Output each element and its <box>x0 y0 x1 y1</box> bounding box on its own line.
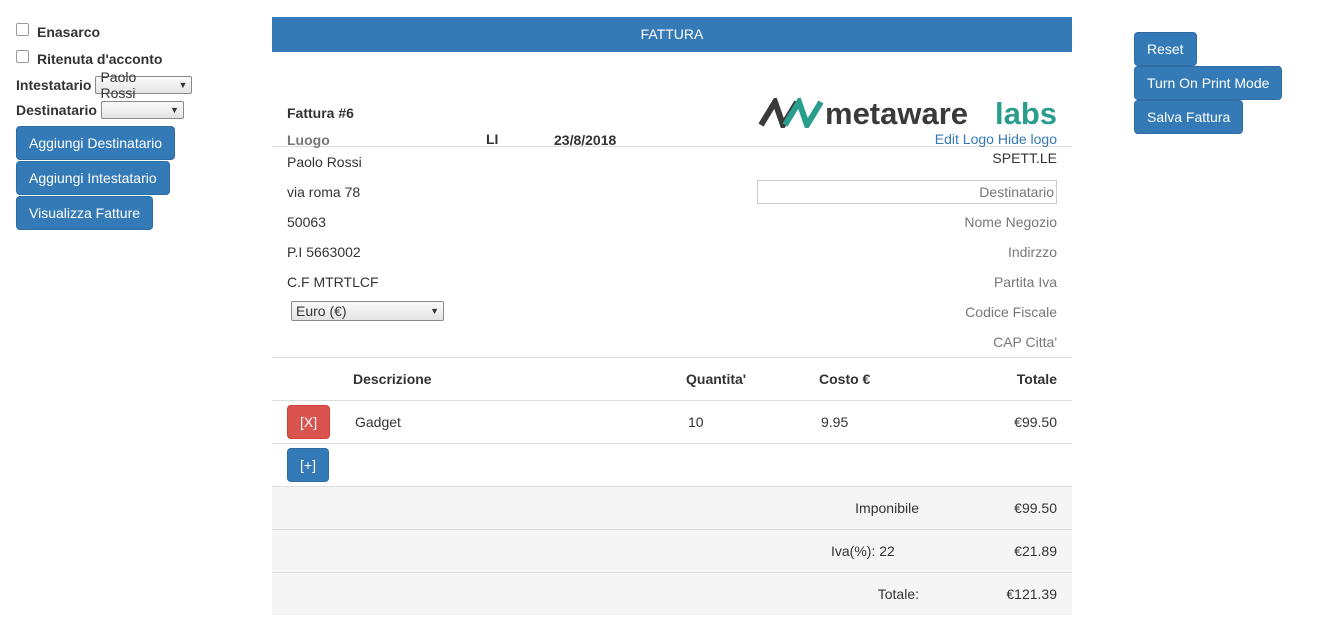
ritenuta-checkbox[interactable] <box>16 50 29 63</box>
date-field[interactable]: 23/8/2018 <box>554 132 616 148</box>
items-header-row: Descrizione Quantita' Costo € Totale <box>272 358 1072 401</box>
destinatario-select[interactable]: ▼ <box>100 100 184 119</box>
logo-word-1: metaware <box>825 98 968 128</box>
destinatario-row: Destinatario ▼ <box>16 97 246 122</box>
intestatario-select[interactable]: Paolo Rossi ▼ <box>95 69 193 101</box>
sender-name[interactable]: Paolo Rossi <box>287 154 362 170</box>
totale-row: Totale: €121.39 <box>272 572 1072 615</box>
enasarco-row: Enasarco <box>16 18 246 45</box>
invoice-meta: Fattura #6 Luogo LI 23/8/2018 metaware l… <box>272 52 1072 148</box>
invoice: FATTURA Fattura #6 Luogo LI 23/8/2018 me… <box>272 17 1072 615</box>
partita-iva-field[interactable]: Partita Iva <box>994 274 1057 290</box>
add-row-row: [+] <box>272 443 1072 487</box>
hide-logo-link[interactable]: Hide logo <box>998 131 1057 147</box>
sender-piva[interactable]: P.I 5663002 <box>287 244 361 260</box>
province-field[interactable]: LI <box>486 131 498 147</box>
remove-row-button[interactable]: [X] <box>287 405 331 439</box>
iva-label: Iva(%): <box>831 543 876 559</box>
imponibile-row: Imponibile €99.50 <box>272 486 1072 530</box>
destinatario-input[interactable]: Destinatario <box>757 180 1057 204</box>
reset-button[interactable]: Reset <box>1134 32 1197 66</box>
add-destinatario-button[interactable]: Aggiungi Destinatario <box>16 126 176 160</box>
iva-row: Iva(%): 22 €21.89 <box>272 529 1072 573</box>
imponibile-label: Imponibile <box>819 486 919 530</box>
spett-label: SPETT.LE <box>992 150 1057 166</box>
item-cost-input[interactable]: 9.95 <box>819 410 879 434</box>
table-row: [X] Gadget 10 9.95 €99.50 <box>272 400 1072 444</box>
invoice-number: Fattura #6 <box>287 105 354 121</box>
edit-logo-link[interactable]: Edit Logo <box>935 131 994 147</box>
item-qty-input[interactable]: 10 <box>686 410 730 434</box>
intestatario-row: Intestatario Paolo Rossi ▼ <box>16 69 246 101</box>
invoice-header: FATTURA <box>272 17 1072 52</box>
add-intestatario-button[interactable]: Aggiungi Intestatario <box>16 161 170 195</box>
save-invoice-button[interactable]: Salva Fattura <box>1134 100 1244 134</box>
chevron-down-icon: ▼ <box>178 79 188 90</box>
totale-value: €121.39 <box>919 572 1072 615</box>
col-quantita: Quantita' <box>686 371 747 387</box>
currency-select-value: Euro (€) <box>296 303 347 319</box>
view-invoices-button[interactable]: Visualizza Fatture <box>16 196 154 230</box>
intestatario-select-value: Paolo Rossi <box>100 68 137 101</box>
left-panel: Enasarco Ritenuta d'acconto Intestatario… <box>16 18 246 230</box>
iva-value: €21.89 <box>919 529 1072 573</box>
intestatario-label: Intestatario <box>16 76 92 93</box>
col-totale: Totale <box>1016 371 1057 387</box>
col-descrizione: Descrizione <box>353 371 432 387</box>
company-logo: metaware labs <box>757 95 1057 132</box>
totale-label: Totale: <box>819 572 919 615</box>
add-row-button[interactable]: [+] <box>287 448 329 482</box>
iva-rate-input[interactable]: 22 <box>879 543 895 559</box>
indirizzo-field[interactable]: Indirzzo <box>1008 244 1057 260</box>
col-costo: Costo € <box>819 371 871 387</box>
chevron-down-icon: ▼ <box>170 104 179 115</box>
item-description-input[interactable]: Gadget <box>353 410 523 434</box>
print-mode-button[interactable]: Turn On Print Mode <box>1134 66 1283 100</box>
destinatario-label: Destinatario <box>16 101 97 118</box>
enasarco-checkbox[interactable] <box>16 23 29 36</box>
logo-mark-icon: metaware labs <box>758 95 1057 132</box>
logo-links: Edit Logo Hide logo <box>935 131 1057 147</box>
chevron-down-icon: ▼ <box>430 306 439 316</box>
enasarco-label: Enasarco <box>37 23 101 40</box>
sender-cf[interactable]: C.F MTRTLCF <box>287 274 379 290</box>
ritenuta-label: Ritenuta d'acconto <box>37 50 163 67</box>
currency-select[interactable]: Euro (€) ▼ <box>291 301 444 321</box>
codice-fiscale-field[interactable]: Codice Fiscale <box>965 304 1057 320</box>
negozio-field[interactable]: Nome Negozio <box>964 214 1057 230</box>
items-table: Descrizione Quantita' Costo € Totale [X]… <box>272 358 1072 615</box>
item-total: €99.50 <box>919 400 1072 444</box>
logo-word-2: labs <box>995 98 1057 128</box>
address-section: Paolo Rossi via roma 78 50063 P.I 566300… <box>272 147 1072 358</box>
sender-street[interactable]: via roma 78 <box>287 184 360 200</box>
luogo-field[interactable]: Luogo <box>287 132 330 148</box>
right-panel: Reset Turn On Print Mode Salva Fattura <box>1134 32 1283 134</box>
imponibile-value: €99.50 <box>919 486 1072 530</box>
cap-citta-field[interactable]: CAP Citta' <box>993 334 1057 350</box>
sender-cap[interactable]: 50063 <box>287 214 326 230</box>
